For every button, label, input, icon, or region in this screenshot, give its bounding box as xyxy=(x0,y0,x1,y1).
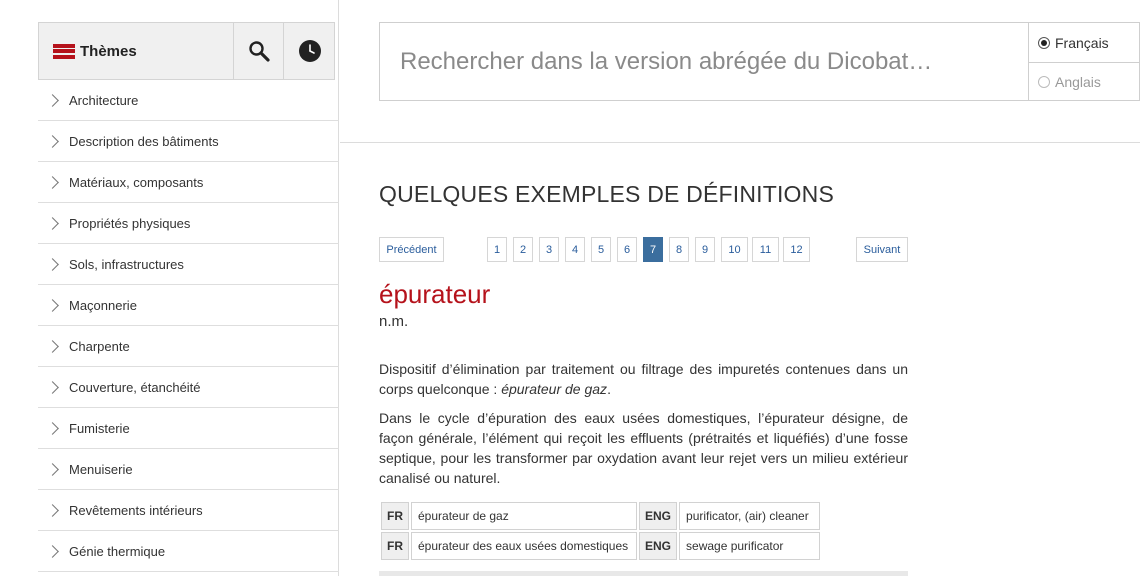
page-button[interactable]: 8 xyxy=(669,237,689,262)
page-button[interactable]: 9 xyxy=(695,237,715,262)
language-option-french[interactable]: Français xyxy=(1029,23,1139,62)
sidebar-item[interactable]: Revêtements intérieurs xyxy=(38,490,339,531)
chevron-right-icon xyxy=(46,421,59,435)
definition-example: épurateur de gaz xyxy=(501,381,608,397)
sidebar-item-label: Charpente xyxy=(69,338,130,354)
definition-paragraph: Dispositif d’élimination par traitement … xyxy=(379,359,908,399)
entry-grammar: n.m. xyxy=(379,313,409,330)
sidebar-item-label: Description des bâtiments xyxy=(69,133,219,149)
chevron-right-icon xyxy=(46,462,59,476)
language-selector: Français Anglais xyxy=(1028,22,1140,101)
fr-term: épurateur de gaz xyxy=(411,502,637,530)
en-code: ENG xyxy=(639,532,678,560)
usage-paragraph: Dans le cycle d’épuration des eaux usées… xyxy=(379,410,908,486)
page-button[interactable]: 5 xyxy=(591,237,611,262)
en-code: ENG xyxy=(639,502,678,530)
chevron-right-icon xyxy=(46,298,59,312)
en-term: sewage purificator xyxy=(679,532,821,560)
header-divider xyxy=(340,142,1140,143)
pagination: Précédent Suivant 1 2 3 4 5 6 7 8 9 10 11 12 xyxy=(379,237,909,262)
themes-label: Thèmes xyxy=(80,42,137,60)
chevron-right-icon xyxy=(46,503,59,517)
previous-page-button[interactable]: Précédent xyxy=(379,237,444,262)
sidebar-item[interactable]: Maçonnerie xyxy=(38,285,339,326)
en-term: purificator, (air) cleaner xyxy=(679,502,821,530)
content-footer-bar xyxy=(379,571,908,576)
chevron-right-icon xyxy=(46,93,59,107)
clock-icon xyxy=(298,40,321,62)
sidebar-item-label: Couverture, étanchéité xyxy=(69,379,201,395)
sidebar-item-label: Architecture xyxy=(69,92,139,108)
fr-term: épurateur des eaux usées domestiques xyxy=(411,532,637,560)
sidebar-item[interactable]: Couverture, étanchéité xyxy=(38,367,339,408)
sidebar-item[interactable]: Propriétés physiques xyxy=(38,203,339,244)
page-button[interactable]: 4 xyxy=(565,237,585,262)
sidebar-item-label: Sols, infrastructures xyxy=(69,256,184,272)
radio-icon[interactable] xyxy=(1038,36,1050,49)
chevron-right-icon xyxy=(46,339,59,353)
page-title: QUELQUES EXEMPLES DE DÉFINITIONS xyxy=(379,181,835,207)
sidebar-item[interactable]: Menuiserie xyxy=(38,449,339,490)
chevron-right-icon xyxy=(46,175,59,189)
next-page-button[interactable]: Suivant xyxy=(856,237,908,262)
language-option-english[interactable]: Anglais xyxy=(1029,62,1139,101)
page-button[interactable]: 12 xyxy=(783,237,810,262)
theme-list: Architecture Description des bâtiments Mat… xyxy=(38,80,339,572)
sidebar-item[interactable]: Description des bâtiments xyxy=(38,121,339,162)
chevron-right-icon xyxy=(46,257,59,271)
translation-row: FR épurateur de gaz ENG purificator, (ai… xyxy=(381,502,821,530)
definition-text: Dispositif d’élimination par traitement … xyxy=(379,361,908,397)
sidebar-item-label: Menuiserie xyxy=(69,461,133,477)
sidebar-item[interactable]: Fumisterie xyxy=(38,408,339,449)
chevron-right-icon xyxy=(46,380,59,394)
sidebar-item[interactable]: Architecture xyxy=(38,80,339,121)
sidebar-item-label: Fumisterie xyxy=(69,420,130,436)
themes-menu-button[interactable]: Thèmes xyxy=(39,23,234,79)
hamburger-icon xyxy=(53,43,75,59)
translation-table: FR épurateur de gaz ENG purificator, (ai… xyxy=(379,500,822,562)
chevron-right-icon xyxy=(46,134,59,148)
language-label: Français xyxy=(1055,34,1109,51)
definition-end: . xyxy=(607,381,611,397)
sidebar-item[interactable]: Sols, infrastructures xyxy=(38,244,339,285)
sidebar-item[interactable]: Charpente xyxy=(38,326,339,367)
history-button[interactable] xyxy=(284,23,335,79)
fr-code: FR xyxy=(381,532,409,560)
page-button[interactable]: 6 xyxy=(617,237,637,262)
radio-icon[interactable] xyxy=(1038,76,1050,88)
page-button[interactable]: 3 xyxy=(539,237,559,262)
entry-term: épurateur xyxy=(379,279,491,309)
search-bar xyxy=(379,22,1029,101)
sidebar-item-label: Maçonnerie xyxy=(69,297,137,313)
sidebar: Thèmes Architecture Description des bâtim… xyxy=(0,0,339,576)
translation-row: FR épurateur des eaux usées domestiques … xyxy=(381,532,821,560)
page-button[interactable]: 7 xyxy=(643,237,663,262)
page-button[interactable]: 11 xyxy=(752,237,779,262)
page-button[interactable]: 1 xyxy=(487,237,507,262)
sidebar-item-label: Propriétés physiques xyxy=(69,215,191,231)
sidebar-toolbar: Thèmes xyxy=(38,22,335,80)
page-button[interactable]: 2 xyxy=(513,237,533,262)
language-label: Anglais xyxy=(1055,74,1101,90)
sidebar-item[interactable]: Matériaux, composants xyxy=(38,162,339,203)
search-toggle-button[interactable] xyxy=(234,23,284,79)
magnifier-icon xyxy=(248,41,270,62)
page-button[interactable]: 10 xyxy=(721,237,748,262)
sidebar-item-label: Revêtements intérieurs xyxy=(69,502,203,518)
sidebar-item-label: Matériaux, composants xyxy=(69,174,204,190)
chevron-right-icon xyxy=(46,544,59,558)
search-input[interactable] xyxy=(400,47,1000,76)
sidebar-item-label: Génie thermique xyxy=(69,543,166,559)
fr-code: FR xyxy=(381,502,409,530)
sidebar-item[interactable]: Génie thermique xyxy=(38,531,339,572)
chevron-right-icon xyxy=(46,216,59,230)
